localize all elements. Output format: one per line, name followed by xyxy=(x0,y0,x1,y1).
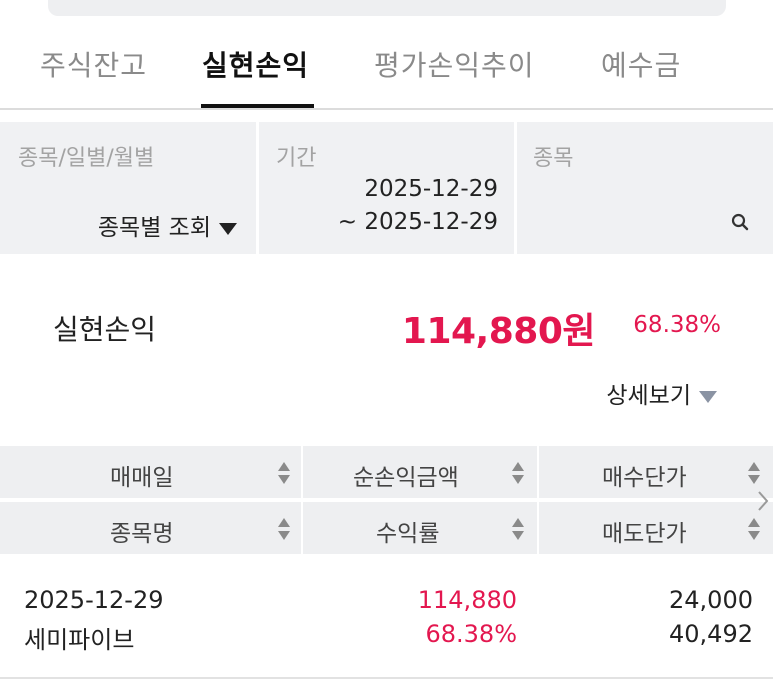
return-rate-cell: 68.38% xyxy=(425,620,517,648)
sort-icon xyxy=(512,518,524,540)
view-type-value: 종목별 조회 xyxy=(97,215,211,241)
period-filter[interactable]: 기간 2025-12-29 ~ 2025-12-29 xyxy=(259,122,514,254)
caret-down-icon xyxy=(699,390,717,403)
period-label: 기간 xyxy=(276,146,317,171)
tabs-divider xyxy=(0,108,773,110)
search-icon[interactable] xyxy=(731,213,749,235)
stock-name-cell: 세미파이브 xyxy=(24,626,135,654)
column-header-net-profit[interactable]: 순손익금액 xyxy=(303,446,537,498)
column-header-label: 매도단가 xyxy=(602,521,687,547)
column-header-return-rate[interactable]: 수익률 xyxy=(303,502,537,554)
column-header-label: 순손익금액 xyxy=(353,465,459,491)
sort-icon xyxy=(748,518,760,540)
view-type-select[interactable]: 종목별 조회 xyxy=(98,208,237,242)
stock-filter[interactable]: 종목 xyxy=(517,122,773,254)
column-header-stock-name[interactable]: 종목명 xyxy=(0,502,301,554)
sell-price-cell: 40,492 xyxy=(669,620,753,648)
buy-price-cell: 24,000 xyxy=(669,586,753,614)
column-header-label: 매수단가 xyxy=(602,465,687,491)
stock-label: 종목 xyxy=(533,146,574,171)
view-type-filter[interactable]: 종목/일별/월별 종목별 조회 xyxy=(0,122,257,254)
summary-label: 실현손익 xyxy=(53,313,157,346)
sort-icon xyxy=(278,518,290,540)
column-header-label: 수익률 xyxy=(376,521,440,547)
filter-bar: 종목/일별/월별 종목별 조회 기간 2025-12-29 ~ 2025-12-… xyxy=(0,122,773,254)
column-header-sell-price[interactable]: 매도단가 xyxy=(539,502,773,554)
tab-bar: 주식잔고 실현손익 평가손익추이 예수금 xyxy=(0,0,773,112)
tab-stock-balance[interactable]: 주식잔고 xyxy=(40,44,147,84)
sort-icon xyxy=(278,462,290,484)
detail-toggle-label: 상세보기 xyxy=(606,383,691,409)
summary-rate: 68.38% xyxy=(633,312,721,338)
tab-valuation-trend[interactable]: 평가손익추이 xyxy=(374,44,535,84)
column-header-label: 종목명 xyxy=(110,521,174,547)
tab-realized-pnl[interactable]: 실현손익 xyxy=(202,44,309,84)
column-header-trade-date[interactable]: 매매일 xyxy=(0,446,301,498)
caret-down-icon xyxy=(219,222,237,235)
period-start: 2025-12-29 xyxy=(364,176,498,202)
sort-icon xyxy=(748,462,760,484)
period-end: ~ 2025-12-29 xyxy=(337,209,498,235)
net-profit-cell: 114,880 xyxy=(417,586,517,614)
column-header-label: 매매일 xyxy=(110,465,174,491)
tab-deposit[interactable]: 예수금 xyxy=(601,44,681,84)
view-type-label: 종목/일별/월별 xyxy=(18,146,155,171)
sort-icon xyxy=(512,462,524,484)
summary-amount: 114,880원 xyxy=(401,311,596,352)
column-header-buy-price[interactable]: 매수단가 xyxy=(539,446,773,498)
detail-toggle-button[interactable]: 상세보기 xyxy=(606,376,717,410)
row-divider xyxy=(0,677,773,679)
trade-date-cell: 2025-12-29 xyxy=(24,586,164,614)
chevron-right-icon[interactable] xyxy=(757,490,769,512)
